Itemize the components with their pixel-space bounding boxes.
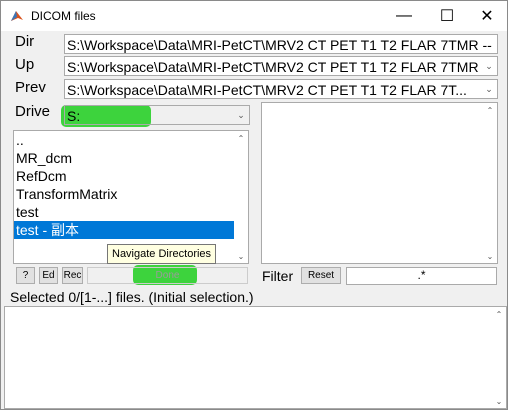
scroll-up-icon[interactable]: ⌃ — [492, 307, 506, 321]
file-list[interactable]: ⌃ ⌄ — [261, 102, 498, 264]
drive-dropdown[interactable]: S: ⌄ — [64, 105, 250, 125]
maximize-button[interactable]: ☐ — [427, 1, 467, 31]
up-path-text: S:\Workspace\Data\MRI-PetCT\MRV2 CT PET … — [67, 59, 479, 75]
scroll-down-icon[interactable]: ⌄ — [234, 249, 248, 263]
window-title: DICOM files — [31, 9, 96, 23]
drive-value: S: — [67, 108, 81, 124]
file-list-scrollbar[interactable]: ⌃ ⌄ — [483, 103, 497, 263]
scroll-down-icon[interactable]: ⌄ — [492, 394, 506, 408]
scroll-up-icon[interactable]: ⌃ — [234, 131, 248, 145]
filter-label: Filter — [262, 268, 294, 284]
reset-button[interactable]: Reset — [301, 267, 341, 284]
matlab-icon — [11, 11, 23, 21]
scroll-up-icon[interactable]: ⌃ — [483, 103, 497, 117]
minimize-button[interactable]: — — [384, 1, 424, 31]
directory-item[interactable]: test — [14, 203, 234, 221]
directory-items: .. MR_dcm RefDcm TransformMatrix test te… — [14, 131, 234, 239]
close-button[interactable]: ✕ — [467, 1, 507, 31]
title-bar: DICOM files — ☐ ✕ — [1, 1, 507, 31]
chevron-down-icon[interactable]: ⌄ — [481, 57, 497, 75]
up-path-dropdown[interactable]: S:\Workspace\Data\MRI-PetCT\MRV2 CT PET … — [64, 56, 498, 76]
chevron-down-icon[interactable]: ⌄ — [233, 106, 249, 124]
dicom-files-window: DICOM files — ☐ ✕ Dir S:\Workspace\Data\… — [0, 0, 508, 410]
directory-scrollbar[interactable]: ⌃ ⌄ — [234, 131, 248, 263]
info-scrollbar[interactable]: ⌃ ⌄ — [492, 307, 506, 408]
directory-item[interactable]: RefDcm — [14, 167, 234, 185]
drive-label: Drive — [15, 103, 51, 120]
help-button[interactable]: ? — [16, 267, 35, 284]
file-info-textbox[interactable]: ⌃ ⌄ — [4, 306, 507, 409]
prev-label: Prev — [15, 79, 46, 96]
dir-path-field[interactable]: S:\Workspace\Data\MRI-PetCT\MRV2 CT PET … — [64, 34, 498, 54]
dir-path-text: S:\Workspace\Data\MRI-PetCT\MRV2 CT PET … — [67, 37, 492, 53]
navigate-tooltip: Navigate Directories — [107, 244, 217, 264]
directory-item[interactable]: .. — [14, 131, 234, 149]
edit-button[interactable]: Ed — [39, 267, 58, 284]
directory-item[interactable]: MR_dcm — [14, 149, 234, 167]
selection-status: Selected 0/[1-...] files. (Initial selec… — [10, 289, 254, 305]
dir-label: Dir — [15, 33, 35, 50]
chevron-down-icon[interactable]: ⌄ — [481, 80, 497, 98]
prev-path-text: S:\Workspace\Data\MRI-PetCT\MRV2 CT PET … — [67, 82, 467, 98]
scroll-down-icon[interactable]: ⌄ — [483, 249, 497, 263]
rec-button[interactable]: Rec — [62, 267, 83, 284]
directory-item[interactable]: TransformMatrix — [14, 185, 234, 203]
directory-item-selected[interactable]: test - 副本 — [14, 221, 234, 239]
prev-path-dropdown[interactable]: S:\Workspace\Data\MRI-PetCT\MRV2 CT PET … — [64, 79, 498, 99]
up-label: Up — [15, 56, 35, 73]
filter-input[interactable]: .* — [346, 267, 497, 285]
done-button[interactable]: Done — [87, 267, 248, 284]
